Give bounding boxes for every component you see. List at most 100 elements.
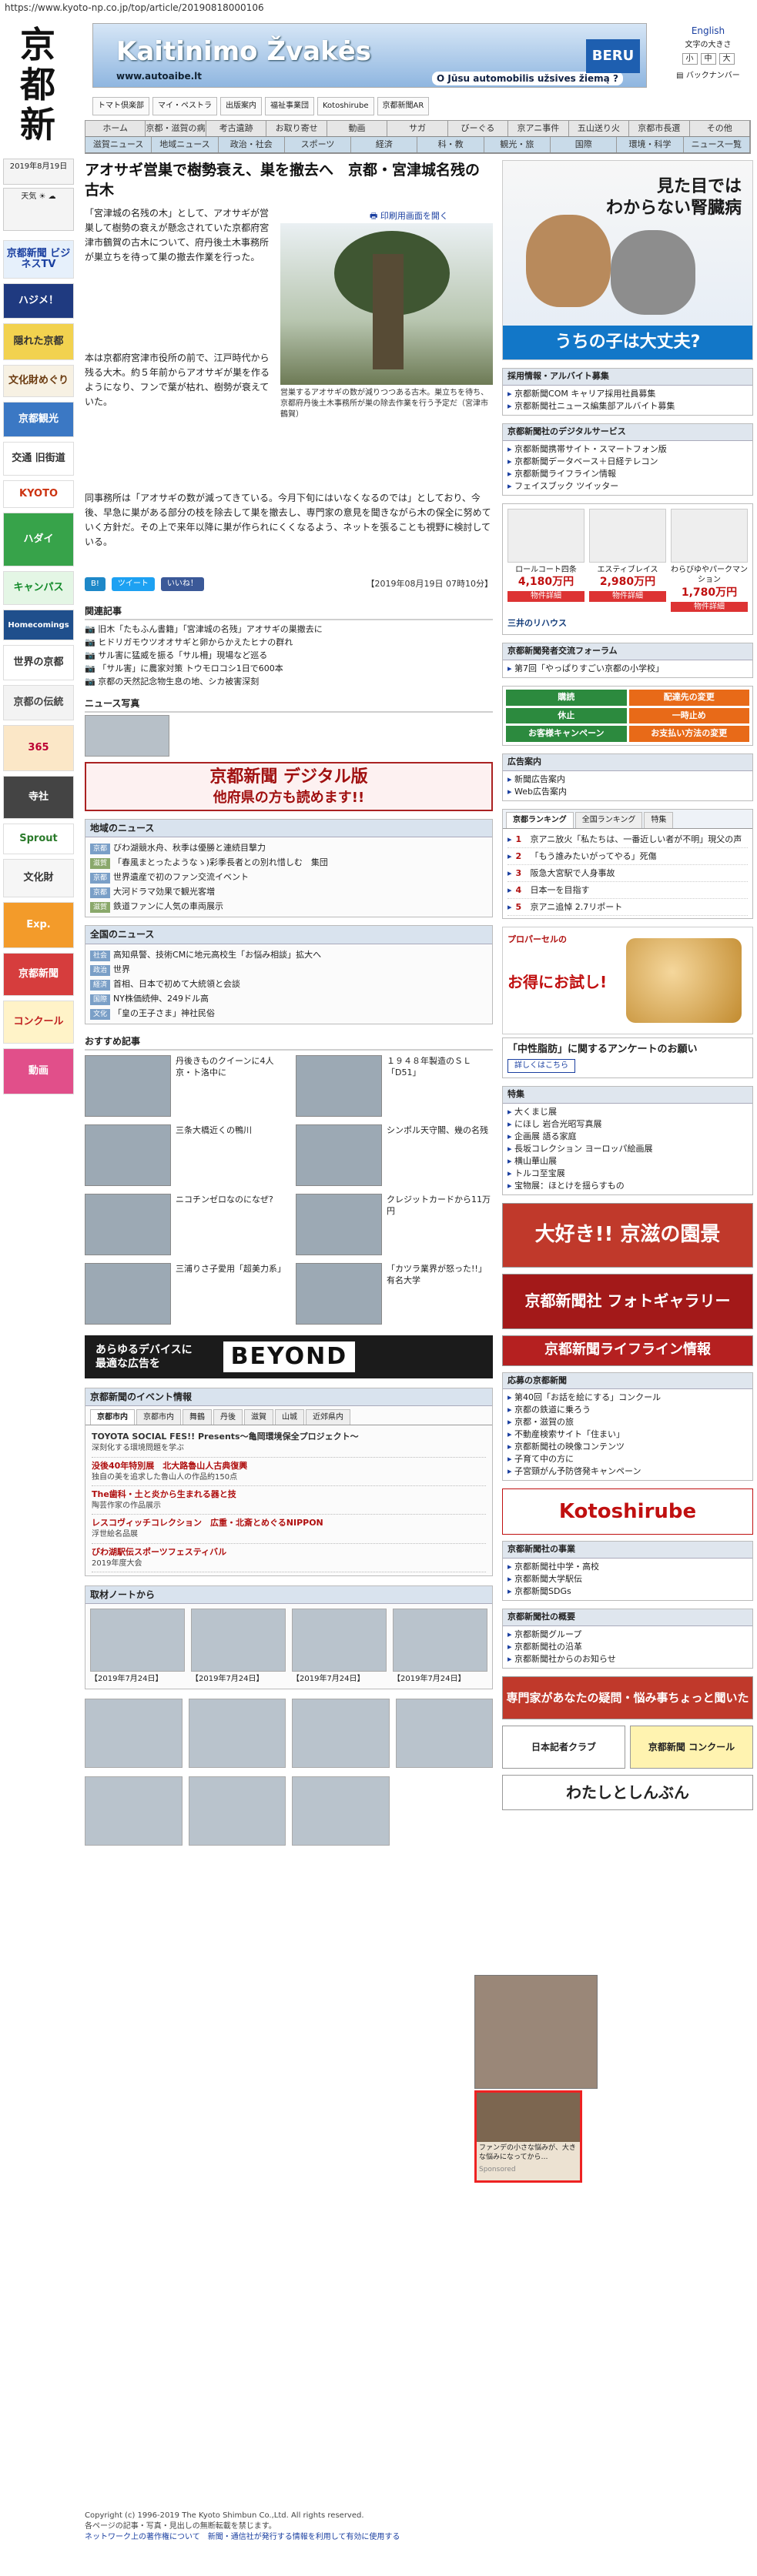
special-item[interactable]: 大くまじ展 bbox=[507, 1106, 748, 1118]
like-button[interactable]: いいね！ bbox=[160, 577, 204, 591]
company-item[interactable]: 京都新聞社からのお知らせ bbox=[507, 1653, 748, 1666]
nav-item[interactable]: ホーム bbox=[85, 121, 146, 136]
photo-card[interactable] bbox=[85, 1776, 183, 1848]
national-item[interactable]: 政治 世界 bbox=[90, 962, 487, 977]
left-banner-8[interactable]: キャンパス bbox=[3, 571, 74, 605]
campaign-item[interactable]: 京都の鉄道に乗ろう bbox=[507, 1404, 748, 1416]
note-card[interactable]: 【2019年7月24日】 bbox=[393, 1609, 487, 1684]
event-item[interactable]: レスコヴィッチコレクション 広重・北斎とめぐるNIPPON 浮世絵名品展 bbox=[92, 1515, 486, 1544]
top-link-kotoshirube[interactable]: Kotoshirube bbox=[317, 97, 374, 115]
regional-item[interactable]: 滋賀 鉄道ファンに人気の車両展示 bbox=[90, 899, 487, 914]
top-link-ar[interactable]: 京都新聞AR bbox=[377, 97, 430, 115]
ranking-item[interactable]: 4日本一を目指す bbox=[507, 882, 748, 899]
campaign-item[interactable]: 京都・滋賀の旅 bbox=[507, 1416, 748, 1428]
special-item[interactable]: にほし 岩合光昭写真展 bbox=[507, 1118, 748, 1131]
photo-card[interactable] bbox=[188, 1699, 286, 1770]
left-banner-14[interactable]: Sprout bbox=[3, 824, 74, 854]
service-button[interactable]: 一時止め bbox=[628, 707, 749, 724]
nav-item[interactable]: 地域ニュース bbox=[152, 137, 219, 152]
mansion-card[interactable]: わらびゆやパークマンション 1,780万円 物件詳細 bbox=[671, 508, 748, 613]
left-banner-1[interactable]: ハジメ！ bbox=[3, 283, 74, 319]
photo-card[interactable] bbox=[395, 1699, 493, 1770]
nav-item[interactable]: 動画 bbox=[327, 121, 388, 136]
nav-item[interactable]: ニュース一覧 bbox=[683, 137, 750, 152]
business-item[interactable]: 京都新聞社中学・高校 bbox=[507, 1561, 748, 1573]
left-banner-19[interactable]: 動画 bbox=[3, 1048, 74, 1094]
note-card[interactable]: 【2019年7月24日】 bbox=[90, 1609, 185, 1684]
nav-item[interactable]: スポーツ bbox=[284, 137, 352, 152]
left-banner-7[interactable]: ハダイ bbox=[3, 513, 74, 566]
recommend-item[interactable]: 「カツラ業界が怒った!!」有名大学 bbox=[296, 1262, 493, 1325]
overlay-image[interactable] bbox=[474, 1975, 598, 2089]
left-banner-9[interactable]: Homecomings bbox=[3, 610, 74, 640]
nav-item[interactable]: 京都・滋賀の病院 bbox=[146, 121, 206, 136]
regional-item[interactable]: 京都 びわ湖競水舟、秋季は優勝と連続目撃力 bbox=[90, 840, 487, 855]
recommend-item[interactable]: １９４８年製造のＳＬ「D51」 bbox=[296, 1054, 493, 1117]
left-banner-18[interactable]: コンクール bbox=[3, 1001, 74, 1044]
event-tab[interactable]: 丹後 bbox=[213, 1408, 243, 1425]
nav-item[interactable]: 観光・旅 bbox=[484, 137, 551, 152]
recommend-item[interactable]: 丹後きものクイーンに4人 京・ト洛中に bbox=[85, 1054, 282, 1117]
related-item[interactable]: 📷 「サル害」に農家対策 トウモロコシ1日で600本 bbox=[85, 662, 493, 675]
mansion-card[interactable]: エスティブレイス 2,980万円 物件詳細 bbox=[589, 508, 666, 612]
ranking-item[interactable]: 5京アニ追悼 2.7リポート bbox=[507, 899, 748, 916]
related-item[interactable]: 📷 京都の天然記念物生息の地、シカ被害深刻 bbox=[85, 675, 493, 688]
mansion-card[interactable]: ロールコート四条 4,180万円 物件詳細 bbox=[507, 508, 584, 612]
sponsored-ad[interactable]: ファンデの小さな悩みが、大きな悩みになってから… Sponsored bbox=[474, 2090, 582, 2183]
nav-item[interactable]: 国際 bbox=[551, 137, 618, 152]
national-item[interactable]: 国際 NY株価続伸、249ドル高 bbox=[90, 991, 487, 1006]
left-banner-16[interactable]: Exp. bbox=[3, 902, 74, 948]
recommend-item[interactable]: 三浦りさ子愛用「超美力系」 bbox=[85, 1262, 286, 1325]
event-item[interactable]: 没後40年特別展 北大路魯山人古典復興 独自の美を追求した魯山人の作品約150点 bbox=[92, 1458, 486, 1487]
left-banner-17[interactable]: 京都新聞 bbox=[3, 953, 74, 996]
left-banner-0[interactable]: 京都新聞 ビジネスTV bbox=[3, 240, 74, 279]
adguide-item[interactable]: Web広告案内 bbox=[507, 786, 748, 798]
regional-item[interactable]: 京都 大河ドラマ効果で観光客増 bbox=[90, 884, 487, 899]
nav-item[interactable]: サガ bbox=[387, 121, 448, 136]
left-banner-3[interactable]: 文化財めぐり bbox=[3, 365, 74, 397]
nav-item[interactable]: びーぐる bbox=[447, 121, 509, 136]
left-banner-10[interactable]: 世界の京都 bbox=[3, 645, 74, 680]
special-item[interactable]: 宝物展：ほとけを揺らすもの bbox=[507, 1180, 748, 1192]
adguide-item[interactable]: 新聞広告案内 bbox=[507, 773, 748, 786]
digital-item[interactable]: 京都新聞携帯サイト・スマートフォン版 bbox=[507, 443, 748, 456]
left-banner-15[interactable]: 文化財 bbox=[3, 859, 74, 897]
event-item[interactable]: びわ湖駅伝スポーツフェスティバル 2019年度大会 bbox=[92, 1544, 486, 1573]
digital-item[interactable]: 京都新聞ライフライン情報 bbox=[507, 468, 748, 480]
beyond-ad[interactable]: あらゆるデバイスに 最適な広告を BEYOND bbox=[85, 1335, 493, 1378]
kotoshirube-banner[interactable]: Kotoshirube bbox=[502, 1488, 753, 1535]
top-link-welfare[interactable]: 福祉事業団 bbox=[265, 97, 314, 115]
nav-item[interactable]: 京アニ事件 bbox=[508, 121, 569, 136]
event-tab[interactable]: 京都市内 bbox=[90, 1408, 135, 1425]
tweet-button[interactable]: ツイート bbox=[111, 577, 155, 591]
footer-link[interactable]: ネットワーク上の著作権について 新聞・通信社が発行する情報を利用して有効に使用す… bbox=[85, 2532, 593, 2543]
national-item[interactable]: 経済 首相、日本で初めて大統領と会談 bbox=[90, 977, 487, 991]
news-photo-thumb[interactable] bbox=[85, 715, 169, 757]
ranking-tab[interactable]: 特集 bbox=[644, 812, 674, 828]
regional-item[interactable]: 京都 世界遺産で初のファン交流イベント bbox=[90, 870, 487, 884]
service-button[interactable]: お客様キャンペーン bbox=[506, 726, 627, 743]
header-ad[interactable]: Kaitinimo Žvakės www.autoaibe.lt O Jūsu … bbox=[92, 23, 647, 88]
backnumber-link[interactable]: ▤ バックナンバー bbox=[664, 71, 752, 82]
left-banner-2[interactable]: 隠れた京都 bbox=[3, 323, 74, 360]
cosme-ad[interactable]: プロパーセルの お得にお試し! bbox=[502, 926, 753, 1034]
related-item[interactable]: 📷 旧木「たもふん書籍」「宮津城の名残」アオサギの巣撤去に bbox=[85, 623, 493, 636]
service-button[interactable]: 配達先の変更 bbox=[628, 689, 749, 706]
digital-edition-ad[interactable]: 京都新聞 デジタル版 他府県の方も読めます!! bbox=[85, 762, 493, 812]
bottom-ad-press-club[interactable]: 日本記者クラブ bbox=[502, 1726, 625, 1769]
photo-card[interactable] bbox=[292, 1699, 390, 1770]
nav-item[interactable]: 環境・科学 bbox=[617, 137, 684, 152]
event-tab[interactable]: 近郊県内 bbox=[306, 1408, 350, 1425]
event-tab[interactable]: 舞鶴 bbox=[183, 1408, 212, 1425]
content-banner-scenery[interactable]: 大好き!! 京滋の園景 bbox=[502, 1202, 753, 1268]
event-tab[interactable]: 滋賀 bbox=[244, 1408, 273, 1425]
jobs-item[interactable]: 京都新聞COM キャリア採用社員募集 bbox=[507, 388, 748, 400]
national-item[interactable]: 文化 「皇の王子さま」神社民俗 bbox=[90, 1006, 487, 1021]
nav-item[interactable]: 科・教 bbox=[417, 137, 484, 152]
special-item[interactable]: 横山華山展 bbox=[507, 1155, 748, 1168]
ranking-tab[interactable]: 京都ランキング bbox=[506, 812, 574, 828]
campaign-item[interactable]: 第40回「お話を絵にする」コンクール bbox=[507, 1392, 748, 1404]
font-size-small[interactable]: 小 bbox=[682, 52, 698, 65]
left-banner-11[interactable]: 京都の伝統 bbox=[3, 685, 74, 720]
font-size-medium[interactable]: 中 bbox=[700, 52, 716, 65]
